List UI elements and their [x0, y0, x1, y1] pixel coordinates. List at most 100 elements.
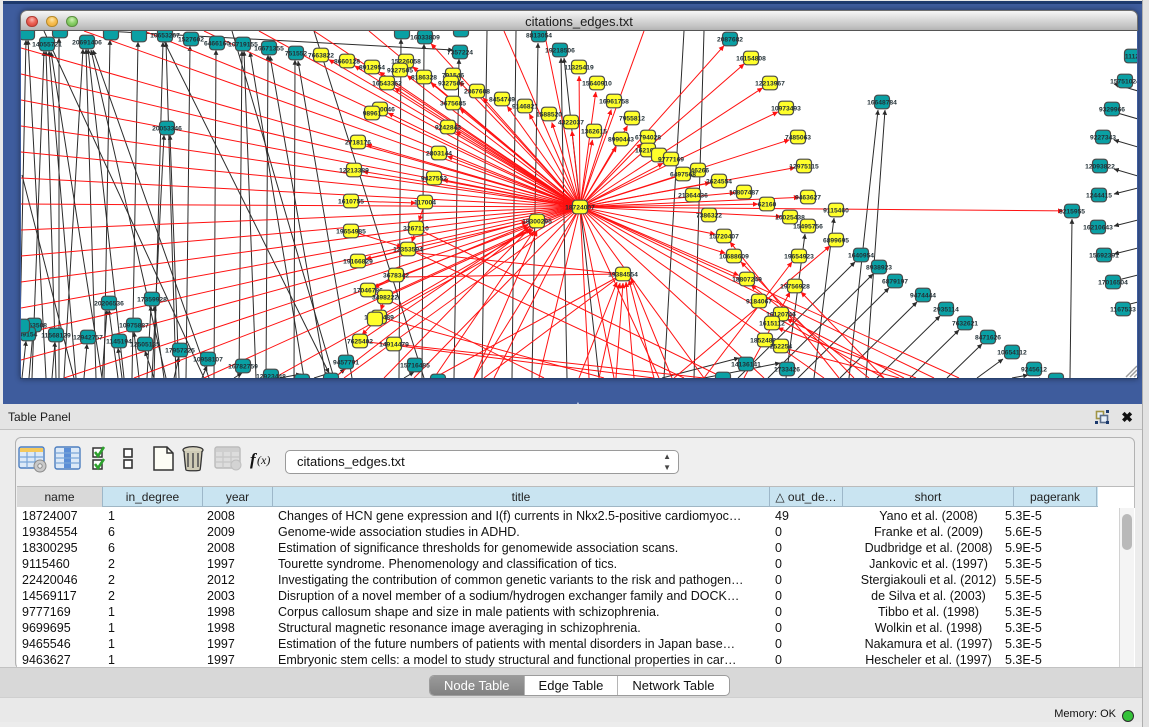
svg-text:3624554: 3624554 [706, 178, 732, 185]
svg-text:3678342: 3678342 [383, 272, 409, 279]
svg-text:10654112: 10654112 [997, 349, 1027, 356]
svg-text:16961758: 16961758 [599, 98, 629, 105]
svg-text:7632621: 7632621 [952, 320, 978, 327]
svg-text:3675685: 3675685 [440, 100, 466, 107]
svg-text:7485063: 7485063 [785, 134, 811, 141]
svg-text:9457791: 9457791 [333, 359, 359, 366]
svg-text:751552: 751552 [285, 50, 308, 57]
svg-text:21364436: 21364436 [678, 192, 708, 199]
svg-text:20691406: 20691406 [72, 39, 102, 46]
svg-text:9474444: 9474444 [910, 292, 936, 299]
svg-text:1167533: 1167533 [1110, 306, 1136, 313]
svg-text:12923448: 12923448 [256, 373, 286, 378]
svg-text:14914479: 14914479 [379, 341, 409, 348]
svg-text:20053346: 20053346 [152, 125, 182, 132]
svg-text:17957225: 17957225 [165, 347, 195, 354]
svg-text:15751024: 15751024 [1110, 78, 1137, 85]
svg-text:19654985: 19654985 [336, 228, 366, 235]
svg-text:19218506: 19218506 [545, 47, 575, 54]
svg-text:1145194: 1145194 [106, 338, 132, 345]
svg-text:10653267: 10653267 [150, 32, 180, 39]
svg-text:6466160: 6466160 [204, 40, 230, 47]
svg-text:1733426: 1733426 [774, 366, 800, 373]
svg-text:2803144: 2803144 [426, 150, 452, 157]
svg-text:18300295: 18300295 [522, 218, 552, 225]
svg-text:15720407: 15720407 [709, 233, 739, 240]
svg-text:8813054: 8813054 [526, 32, 552, 39]
svg-text:9327505: 9327505 [387, 67, 413, 74]
svg-text:8938923: 8938923 [866, 264, 892, 271]
svg-text:12975115: 12975115 [789, 163, 819, 170]
svg-text:15716485: 15716485 [400, 362, 430, 369]
svg-text:9427552: 9427552 [421, 175, 447, 182]
svg-text:11568129: 11568129 [41, 332, 71, 339]
svg-text:8471626: 8471626 [975, 334, 1001, 341]
svg-text:9115460: 9115460 [823, 207, 849, 214]
svg-text:6899695: 6899695 [823, 237, 849, 244]
svg-text:10973493: 10973493 [771, 105, 801, 112]
svg-text:6497568: 6497568 [670, 171, 696, 178]
svg-text:8454749: 8454749 [489, 96, 515, 103]
svg-text:2367608: 2367608 [464, 88, 490, 95]
svg-text:6794028: 6794028 [635, 134, 661, 141]
svg-text:16543362: 16543362 [372, 80, 402, 87]
svg-text:2718176: 2718176 [345, 139, 371, 146]
svg-text:18807249: 18807249 [732, 276, 762, 283]
svg-text:1588520: 1588520 [536, 111, 562, 118]
svg-text:9227343: 9227343 [1090, 134, 1116, 141]
svg-text:252254: 252254 [770, 343, 793, 350]
svg-text:19384554: 19384554 [608, 271, 638, 278]
svg-text:9329966: 9329966 [1099, 106, 1125, 113]
svg-text:9245612: 9245612 [1021, 366, 1047, 373]
svg-text:9463627: 9463627 [795, 194, 821, 201]
svg-text:16210643: 16210643 [1083, 224, 1113, 231]
svg-text:1112: 1112 [1125, 53, 1137, 60]
svg-text:8660128: 8660128 [334, 58, 360, 65]
svg-text:19166829: 19166829 [343, 258, 373, 265]
svg-text:7663822: 7663822 [308, 52, 334, 59]
svg-text:15640910: 15640910 [582, 80, 612, 87]
svg-text:6879197: 6879197 [882, 278, 908, 285]
svg-text:3498222: 3498222 [372, 294, 398, 301]
svg-text:9777169: 9777169 [658, 156, 684, 163]
svg-text:16648784: 16648784 [867, 99, 897, 106]
svg-text:8912954: 8912954 [359, 64, 385, 71]
svg-text:16782759: 16782759 [228, 363, 258, 370]
svg-text:20206536: 20206536 [94, 300, 124, 307]
svg-text:1610755: 1610755 [338, 198, 364, 205]
svg-text:98961: 98961 [363, 110, 382, 117]
svg-text:9184067: 9184067 [746, 298, 772, 305]
svg-text:15692391: 15692391 [1089, 252, 1119, 259]
svg-text:(x): (x) [257, 453, 270, 467]
svg-text:14136141: 14136141 [731, 361, 761, 368]
svg-text:17359928: 17359928 [137, 296, 167, 303]
svg-text:1640954: 1640954 [848, 252, 874, 259]
svg-text:15495756: 15495756 [793, 223, 823, 230]
svg-text:9146821: 9146821 [512, 103, 538, 110]
svg-text:10688609: 10688609 [719, 253, 749, 260]
svg-text:16671355: 16671355 [254, 45, 284, 52]
svg-text:9327506: 9327506 [438, 80, 464, 87]
svg-text:117004: 117004 [414, 199, 436, 206]
svg-text:7357224: 7357224 [447, 49, 473, 56]
svg-text:12505135: 12505135 [130, 341, 160, 348]
svg-text:19756928: 19756928 [780, 283, 810, 290]
svg-text:62160: 62160 [758, 201, 777, 208]
svg-text:8990443: 8990443 [608, 136, 634, 143]
svg-text:16033809: 16033809 [410, 34, 440, 41]
svg-text:16154808: 16154808 [736, 55, 766, 62]
svg-text:1244415: 1244415 [1086, 192, 1112, 199]
svg-text:9242843: 9242843 [435, 124, 461, 131]
svg-text:12093822: 12093822 [1085, 163, 1115, 170]
svg-text:8186328: 8186328 [411, 74, 437, 81]
svg-text:12942757: 12942757 [73, 334, 103, 341]
svg-text:18724007: 18724007 [565, 204, 595, 211]
svg-text:11325419: 11325419 [564, 64, 594, 71]
svg-text:19654923: 19654923 [784, 253, 814, 260]
svg-text:1615112: 1615112 [759, 320, 785, 327]
svg-text:10958107: 10958107 [193, 356, 223, 363]
svg-text:7955812: 7955812 [619, 115, 645, 122]
svg-text:7625402: 7625402 [347, 338, 373, 345]
svg-text:12213389: 12213389 [339, 167, 369, 174]
svg-text:17016504: 17016504 [1098, 279, 1128, 286]
